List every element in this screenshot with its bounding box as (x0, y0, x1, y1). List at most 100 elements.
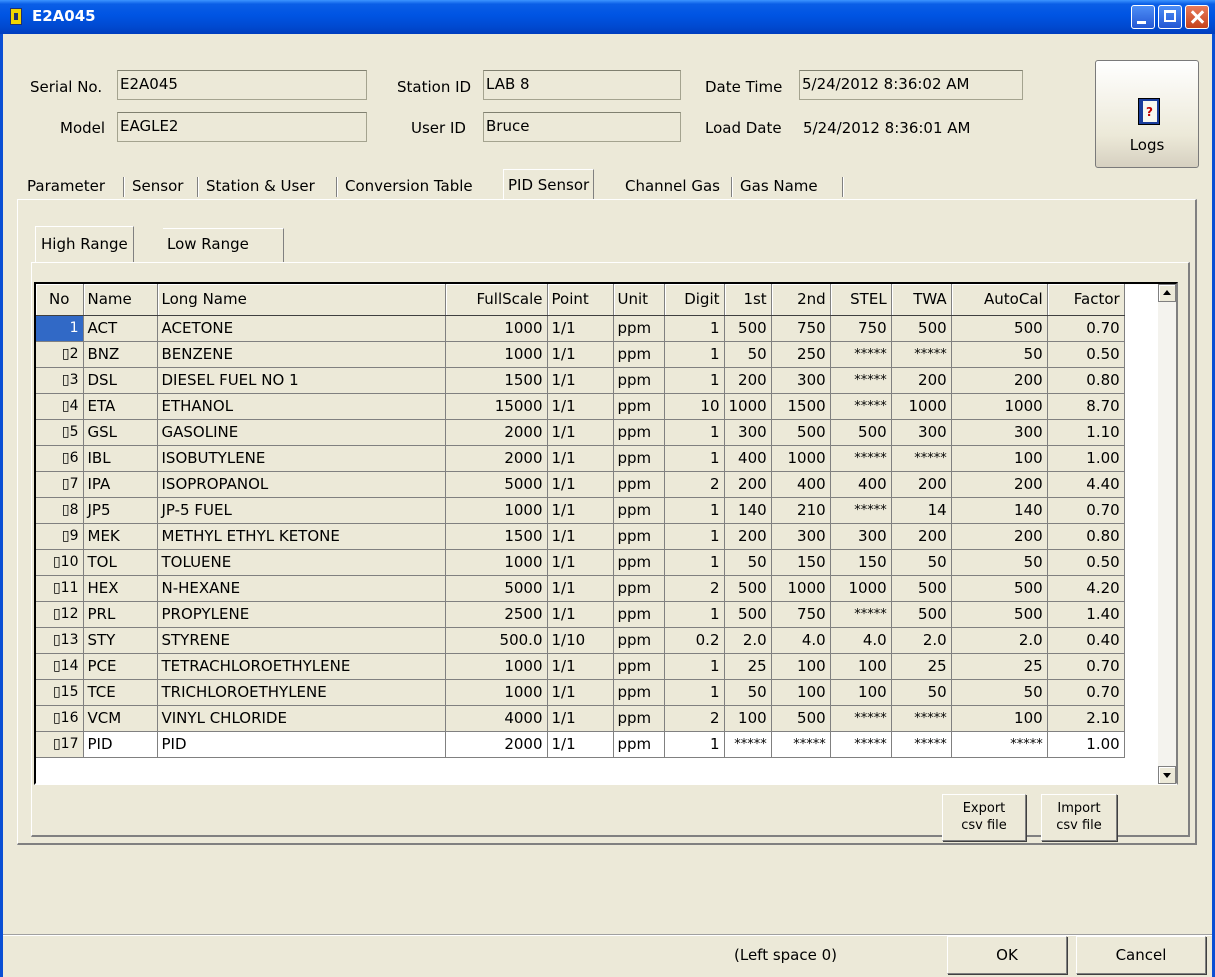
cell-stel[interactable]: ***** (830, 367, 892, 394)
cell-factor[interactable]: 0.40 (1047, 627, 1125, 654)
cell-unit[interactable]: ppm (613, 367, 665, 394)
cell-second[interactable]: 300 (771, 523, 831, 550)
cell-fullscale[interactable]: 1000 (445, 679, 548, 706)
cell-stel[interactable]: ***** (830, 341, 892, 368)
table-row[interactable]: ▯9 MEK METHYL ETHYL KETONE 1500 1/1 ppm 1 200 30… (36, 523, 1125, 550)
cell-point[interactable]: 1/1 (547, 315, 614, 342)
cell-factor[interactable]: 0.80 (1047, 523, 1125, 550)
cell-first[interactable]: 500 (724, 315, 772, 342)
table-row[interactable]: ▯14 PCE TETRACHLOROETHYLENE 1000 1/1 ppm 1 25 10… (36, 653, 1125, 680)
tab-gas-name[interactable]: Gas Name (740, 173, 818, 199)
cell-autocal[interactable]: ***** (951, 731, 1048, 758)
cell-stel[interactable]: ***** (830, 705, 892, 732)
cell-twa[interactable]: 1000 (891, 393, 952, 420)
scroll-up-button[interactable] (1158, 284, 1176, 302)
cell-factor[interactable]: 0.70 (1047, 679, 1125, 706)
cell-second[interactable]: 210 (771, 497, 831, 524)
cell-twa[interactable]: ***** (891, 445, 952, 472)
cell-long-name[interactable]: PROPYLENE (157, 601, 446, 628)
cell-digit[interactable]: 1 (664, 497, 725, 524)
cell-factor[interactable]: 0.50 (1047, 341, 1125, 368)
cell-autocal[interactable]: 2.0 (951, 627, 1048, 654)
table-row[interactable]: ▯16 VCM VINYL CHLORIDE 4000 1/1 ppm 2 100 500 ***… (36, 705, 1125, 732)
cell-unit[interactable]: ppm (613, 393, 665, 420)
cell-autocal[interactable]: 200 (951, 471, 1048, 498)
cell-stel[interactable]: 150 (830, 549, 892, 576)
cell-second[interactable]: 750 (771, 601, 831, 628)
tab-high-range[interactable]: High Range (35, 226, 134, 262)
col-header-fullscale[interactable]: FullScale (445, 284, 548, 316)
cell-digit[interactable]: 1 (664, 549, 725, 576)
cell-second[interactable]: ***** (771, 731, 831, 758)
cell-name[interactable]: ACT (83, 315, 158, 342)
cell-stel[interactable]: ***** (830, 601, 892, 628)
cell-first[interactable]: 400 (724, 445, 772, 472)
col-header-name[interactable]: Name (83, 284, 158, 316)
cell-digit[interactable]: 2 (664, 705, 725, 732)
cell-twa[interactable]: ***** (891, 731, 952, 758)
cell-long-name[interactable]: ACETONE (157, 315, 446, 342)
cell-factor[interactable]: 1.00 (1047, 445, 1125, 472)
cell-factor[interactable]: 0.80 (1047, 367, 1125, 394)
cell-second[interactable]: 4.0 (771, 627, 831, 654)
col-header-autocal[interactable]: AutoCal (951, 284, 1048, 316)
cell-autocal[interactable]: 50 (951, 679, 1048, 706)
cell-twa[interactable]: ***** (891, 705, 952, 732)
cell-twa[interactable]: 300 (891, 419, 952, 446)
cell-twa[interactable]: 200 (891, 367, 952, 394)
cell-unit[interactable]: ppm (613, 601, 665, 628)
table-row[interactable]: 1 ACT ACETONE 1000 1/1 ppm 1 500 750 750 500 500 0.7… (36, 315, 1125, 342)
col-header-first[interactable]: 1st (724, 284, 772, 316)
cell-fullscale[interactable]: 15000 (445, 393, 548, 420)
table-row[interactable]: ▯13 STY STYRENE 500.0 1/10 ppm 0.2 2.0 4.0 4.0 2.0… (36, 627, 1125, 654)
cell-first[interactable]: 200 (724, 367, 772, 394)
cell-long-name[interactable]: TOLUENE (157, 549, 446, 576)
cancel-button[interactable]: Cancel (1076, 936, 1206, 974)
cell-no[interactable]: ▯10 (36, 549, 84, 576)
cell-stel[interactable]: ***** (830, 393, 892, 420)
cell-digit[interactable]: 1 (664, 653, 725, 680)
cell-point[interactable]: 1/1 (547, 731, 614, 758)
cell-autocal[interactable]: 50 (951, 549, 1048, 576)
cell-name[interactable]: STY (83, 627, 158, 654)
col-header-point[interactable]: Point (547, 284, 614, 316)
cell-twa[interactable]: ***** (891, 341, 952, 368)
cell-unit[interactable]: ppm (613, 705, 665, 732)
cell-no[interactable]: ▯6 (36, 445, 84, 472)
cell-stel[interactable]: 400 (830, 471, 892, 498)
cell-autocal[interactable]: 500 (951, 575, 1048, 602)
cell-fullscale[interactable]: 2000 (445, 731, 548, 758)
cell-point[interactable]: 1/1 (547, 549, 614, 576)
cell-autocal[interactable]: 140 (951, 497, 1048, 524)
cell-factor[interactable]: 1.10 (1047, 419, 1125, 446)
tab-conversion-table[interactable]: Conversion Table (345, 173, 473, 199)
cell-first[interactable]: ***** (724, 731, 772, 758)
cell-twa[interactable]: 500 (891, 601, 952, 628)
cell-second[interactable]: 300 (771, 367, 831, 394)
cell-name[interactable]: PCE (83, 653, 158, 680)
table-row[interactable]: ▯4 ETA ETHANOL 15000 1/1 ppm 10 1000 1500 ***** 10… (36, 393, 1125, 420)
cell-digit[interactable]: 1 (664, 601, 725, 628)
cell-long-name[interactable]: GASOLINE (157, 419, 446, 446)
cell-stel[interactable]: 100 (830, 653, 892, 680)
cell-unit[interactable]: ppm (613, 679, 665, 706)
cell-second[interactable]: 500 (771, 419, 831, 446)
cell-unit[interactable]: ppm (613, 471, 665, 498)
cell-digit[interactable]: 1 (664, 445, 725, 472)
cell-first[interactable]: 50 (724, 679, 772, 706)
cell-stel[interactable]: 500 (830, 419, 892, 446)
cell-digit[interactable]: 10 (664, 393, 725, 420)
cell-fullscale[interactable]: 1500 (445, 367, 548, 394)
cell-digit[interactable]: 2 (664, 575, 725, 602)
cell-autocal[interactable]: 500 (951, 315, 1048, 342)
cell-twa[interactable]: 14 (891, 497, 952, 524)
cell-no[interactable]: 1 (36, 315, 84, 342)
tab-parameter[interactable]: Parameter (27, 173, 105, 199)
cell-name[interactable]: PID (83, 731, 158, 758)
cell-name[interactable]: PRL (83, 601, 158, 628)
cell-unit[interactable]: ppm (613, 549, 665, 576)
cell-twa[interactable]: 50 (891, 549, 952, 576)
cell-no[interactable]: ▯15 (36, 679, 84, 706)
cell-factor[interactable]: 1.40 (1047, 601, 1125, 628)
cell-second[interactable]: 100 (771, 679, 831, 706)
